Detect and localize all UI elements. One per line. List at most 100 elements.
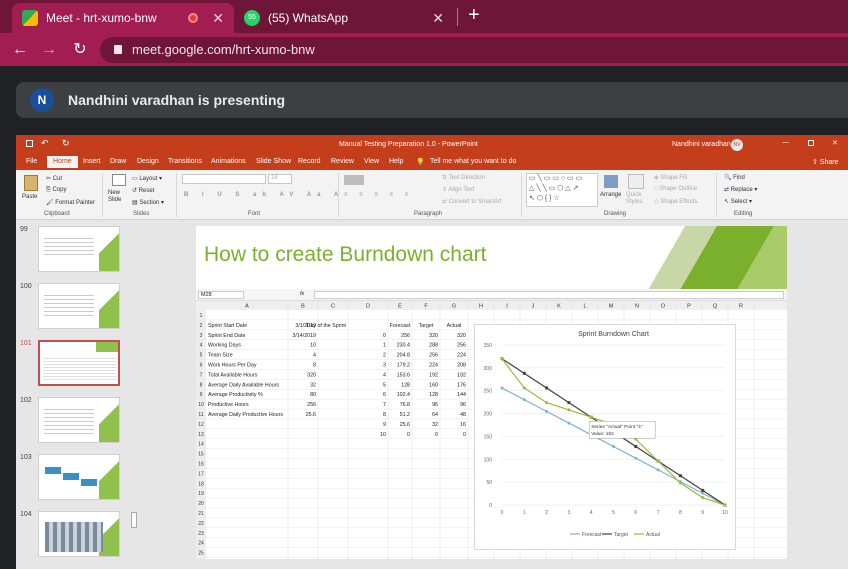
- menu-animations: Animations: [211, 158, 246, 165]
- row-header: 7: [200, 372, 203, 378]
- find-label: Find: [733, 175, 745, 181]
- reload-icon[interactable]: ↻: [69, 39, 91, 61]
- data-point-actual: [567, 408, 571, 412]
- x-tick-label: 7: [657, 510, 660, 516]
- tab-whatsapp-title: (55) WhatsApp: [268, 11, 349, 25]
- excel-screenshot: M28 fx A B C D E F G H I J K L M N O P Q R 1 2 3 4 5 6 7 8 9 10 11 12…: [196, 289, 787, 559]
- sheet-table-cell: 0: [463, 432, 466, 438]
- y-tick-label: 100: [484, 457, 493, 463]
- data-point-forecast: [500, 386, 504, 390]
- menu-view: View: [364, 158, 380, 165]
- row-header: 2: [200, 323, 203, 329]
- slide-number: 101: [20, 340, 32, 347]
- sheet-value-cell: 32: [310, 382, 316, 388]
- row-header: 8: [200, 382, 203, 388]
- sheet-table-cell: 10: [380, 432, 386, 438]
- replace-label: Replace: [730, 187, 753, 193]
- font-size-box: 18: [268, 174, 292, 184]
- data-point-target: [678, 474, 682, 478]
- address-bar[interactable]: meet.google.com/hrt-xumo-bnw: [100, 37, 848, 63]
- data-point-target: [634, 444, 638, 448]
- ppt-menu-bar: File Home Insert Draw Design Transitions…: [16, 154, 848, 170]
- lock-icon: [114, 45, 122, 54]
- sheet-value-cell: 80: [310, 392, 316, 398]
- row-header: 17: [198, 471, 204, 477]
- row-header: 5: [200, 353, 203, 359]
- data-point-forecast: [567, 421, 571, 425]
- select-label: Select: [730, 199, 748, 205]
- menu-file: File: [26, 158, 38, 165]
- ribbon-separator: [716, 173, 717, 217]
- reset-button: ↺ Reset: [132, 188, 155, 194]
- name-box: M28: [198, 291, 244, 299]
- row-header: 25: [198, 551, 204, 557]
- tab-meet[interactable]: Meet - hrt-xumo-bnw ✕: [12, 3, 234, 33]
- shape-fill-button: ◈ Shape Fill: [654, 175, 687, 181]
- slide-title: How to create Burndown chart: [204, 243, 487, 266]
- column-header: A: [245, 304, 249, 310]
- sheet-table-cell: 102.4: [397, 392, 410, 398]
- menu-transitions: Transitions: [168, 158, 202, 165]
- shape-effects-button: ◇ Shape Effects: [654, 199, 698, 205]
- sheet-table-cell: 128: [401, 382, 410, 388]
- font-family-box: [182, 174, 266, 184]
- paste-icon: [24, 175, 38, 191]
- sheet-label-cell: Sprint End Date: [208, 333, 245, 339]
- row-header: 24: [198, 541, 204, 547]
- data-point-target: [701, 488, 705, 492]
- row-header: 11: [198, 412, 203, 418]
- x-tick-label: 9: [701, 510, 704, 516]
- data-point-actual: [723, 503, 727, 507]
- column-header: O: [661, 304, 666, 310]
- thumbnail-scrollbar[interactable]: [131, 512, 137, 528]
- shapes-gallery: ▭ ╲ ▭ ▭ ○ ▭ ▭ △ ╲ ╲ ▭ ⬡ △ ↗ ↖ ⬡ { } ☆: [526, 173, 598, 207]
- align-text-label: Align Text: [448, 187, 475, 193]
- cut-button: ✂ Cut: [46, 176, 63, 182]
- row-header: 4: [200, 343, 203, 349]
- list-buttons: [344, 175, 364, 185]
- new-tab-button[interactable]: +: [468, 4, 480, 27]
- paragraph-group-label: Paragraph: [414, 211, 443, 217]
- avatar: N: [30, 88, 54, 112]
- sheet-table-cell: 230.4: [397, 343, 410, 349]
- legend-label: Actual: [646, 532, 660, 538]
- thumb-shapes: [45, 467, 61, 474]
- sheet-table-cell: 25.6: [400, 422, 410, 428]
- menu-draw: Draw: [110, 158, 127, 165]
- sheet-label-cell: Productive Hours: [208, 402, 249, 408]
- close-tab-icon[interactable]: ✕: [212, 10, 224, 27]
- thumb-lines: [43, 356, 117, 382]
- tab-whatsapp[interactable]: 55 (55) WhatsApp ✕: [234, 3, 454, 33]
- tab-meet-title: Meet - hrt-xumo-bnw: [46, 11, 157, 25]
- slide-canvas: How to create Burndown chart M28 fx ABCD…: [196, 226, 787, 559]
- sheet-table-cell: 51.2: [400, 412, 410, 418]
- row-header: 9: [200, 392, 203, 398]
- sheet-label-cell: Team Size: [208, 353, 233, 359]
- legend-label: Forecast: [582, 532, 602, 538]
- sheet-table-cell: 288: [429, 343, 438, 349]
- row-header: 1: [200, 313, 203, 319]
- burndown-chart-svg: Sprint Burndown Chart0501001502002503003…: [484, 331, 728, 538]
- tooltip-line: Value: 192: [591, 431, 614, 437]
- back-arrow-icon[interactable]: ←: [9, 39, 31, 61]
- thumb-image: [45, 522, 103, 552]
- sheet-table-header: Forecast: [390, 323, 411, 329]
- sheet-table-header: Actual: [447, 323, 462, 329]
- arrange-button: [604, 175, 618, 188]
- recording-icon: [188, 13, 199, 23]
- x-tick-label: 8: [679, 510, 682, 516]
- sheet-value-cell: 256: [307, 402, 316, 408]
- sheet-table-cell: 7: [383, 402, 386, 408]
- slide-header-decoration: [646, 226, 787, 289]
- browser-toolbar: ← → ↻ meet.google.com/hrt-xumo-bnw: [0, 33, 848, 66]
- share-label: Share: [819, 159, 839, 166]
- find-button: 🔍 Find: [724, 175, 745, 181]
- tell-me-search: Tell me what you want to do: [430, 158, 517, 165]
- forward-arrow-icon[interactable]: →: [38, 39, 60, 61]
- row-header: 10: [198, 402, 204, 408]
- sheet-table-cell: 9: [383, 422, 386, 428]
- sheet-table-cell: 128: [429, 392, 438, 398]
- save-icon: [26, 140, 33, 147]
- clipboard-group-label: Clipboard: [44, 211, 70, 217]
- close-tab-icon[interactable]: ✕: [432, 10, 444, 27]
